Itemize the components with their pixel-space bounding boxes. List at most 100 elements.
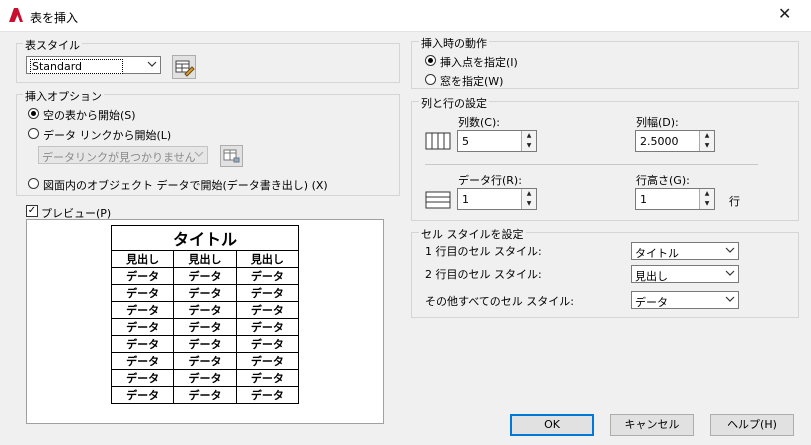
- title-bar: 表を挿入 ✕: [0, 0, 811, 32]
- table-style-dialog-button[interactable]: [172, 55, 196, 79]
- preview-data-cell: データ: [110, 335, 175, 353]
- column-row-settings-label: 列と行の設定: [419, 95, 489, 111]
- window-title: 表を挿入: [30, 11, 79, 25]
- specify-point-label[interactable]: 挿入点を指定(I): [440, 54, 518, 70]
- spin-down-icon[interactable]: ▼: [522, 141, 536, 151]
- cancel-button[interactable]: キャンセル: [610, 414, 694, 436]
- first-row-style-select[interactable]: タイトル: [631, 242, 739, 260]
- preview-title-cell: タイトル: [111, 225, 299, 251]
- preview-data-cell: データ: [235, 335, 300, 353]
- second-row-style-label: 2 行目のセル スタイル:: [425, 268, 542, 281]
- other-rows-style-select[interactable]: データ: [631, 291, 739, 309]
- chevron-down-icon: [725, 296, 735, 302]
- preview-checkbox[interactable]: ✓: [26, 205, 38, 217]
- row-height-spinner[interactable]: 1 ▲ ▼: [635, 188, 715, 210]
- column-width-label: 列幅(D):: [636, 116, 679, 129]
- preview-data-row: データ データ データ: [110, 335, 300, 353]
- table-style-select[interactable]: Standard: [26, 56, 161, 74]
- column-width-spinner[interactable]: 2.5000 ▲ ▼: [635, 130, 715, 152]
- column-width-value: 2.5000: [640, 135, 679, 148]
- second-row-style-select[interactable]: 見出し: [631, 265, 739, 283]
- start-empty-label[interactable]: 空の表から開始(S): [43, 107, 136, 123]
- row-unit-label: 行: [729, 195, 740, 208]
- preview-header-cell: 見出し: [173, 250, 237, 268]
- columns-icon: [425, 132, 451, 150]
- columns-value: 5: [462, 135, 469, 148]
- rows-icon: [425, 191, 451, 209]
- preview-data-cell: データ: [173, 369, 237, 387]
- first-row-style-value: タイトル: [635, 247, 679, 260]
- preview-data-row: データ データ データ: [110, 369, 300, 387]
- preview-table: タイトル 見出し 見出し 見出し データ データ データ データ データ データ データ デー…: [110, 225, 300, 404]
- autocad-logo-icon: [9, 8, 23, 22]
- cell-styles-label: セル スタイルを設定: [419, 226, 526, 242]
- preview-data-cell: データ: [173, 267, 237, 285]
- edit-table-style-icon: [175, 60, 195, 77]
- preview-header-cell: 見出し: [110, 250, 175, 268]
- first-row-style-label: 1 行目のセル スタイル:: [425, 245, 542, 258]
- spin-down-icon[interactable]: ▼: [700, 141, 714, 151]
- start-drawing-radio[interactable]: [28, 178, 39, 189]
- preview-data-cell: データ: [235, 386, 300, 404]
- table-style-label: 表スタイル: [23, 37, 82, 53]
- preview-data-row: データ データ データ: [110, 386, 300, 404]
- preview-data-cell: データ: [235, 267, 300, 285]
- other-rows-style-label: その他すべてのセル スタイル:: [425, 295, 574, 308]
- preview-data-cell: データ: [110, 352, 175, 370]
- preview-data-cell: データ: [110, 284, 175, 302]
- spin-down-icon[interactable]: ▼: [700, 199, 714, 209]
- other-rows-style-value: データ: [635, 296, 668, 309]
- specify-window-label[interactable]: 窓を指定(W): [440, 73, 503, 89]
- preview-data-cell: データ: [110, 386, 175, 404]
- start-empty-radio[interactable]: [28, 108, 39, 119]
- spin-down-icon[interactable]: ▼: [522, 199, 536, 209]
- preview-data-row: データ データ データ: [110, 301, 300, 319]
- start-datalink-radio[interactable]: [28, 128, 39, 139]
- preview-data-cell: データ: [235, 301, 300, 319]
- settings-divider: [425, 164, 758, 165]
- preview-data-cell: データ: [110, 301, 175, 319]
- chevron-down-icon: [725, 270, 735, 276]
- datalink-manager-icon: [223, 149, 240, 163]
- preview-data-cell: データ: [173, 301, 237, 319]
- preview-data-cell: データ: [235, 318, 300, 336]
- specify-point-radio[interactable]: [425, 55, 436, 66]
- row-height-value: 1: [640, 193, 647, 206]
- preview-data-row: データ データ データ: [110, 352, 300, 370]
- data-rows-label: データ行(R):: [458, 174, 522, 187]
- datalink-manager-button[interactable]: [220, 145, 243, 167]
- insertion-behavior-label: 挿入時の動作: [419, 35, 489, 51]
- preview-data-row: データ データ データ: [110, 267, 300, 285]
- chevron-down-icon: [147, 61, 157, 67]
- preview-data-cell: データ: [110, 318, 175, 336]
- preview-data-cell: データ: [173, 335, 237, 353]
- start-drawing-label[interactable]: 図面内のオブジェクト データで開始(データ書き出し) (X): [43, 177, 328, 193]
- data-rows-spinner[interactable]: 1 ▲ ▼: [457, 188, 537, 210]
- table-preview: タイトル 見出し 見出し 見出し データ データ データ データ データ データ データ デー…: [26, 219, 384, 424]
- close-icon[interactable]: ✕: [778, 6, 791, 22]
- preview-data-row: データ データ データ: [110, 318, 300, 336]
- preview-data-cell: データ: [235, 284, 300, 302]
- datalink-value: データリンクが見つかりません: [42, 151, 196, 164]
- help-button[interactable]: ヘルプ(H): [710, 414, 794, 436]
- preview-data-cell: データ: [110, 267, 175, 285]
- preview-data-cell: データ: [173, 352, 237, 370]
- chevron-down-icon: [725, 247, 735, 253]
- chevron-down-icon: [194, 151, 204, 157]
- specify-window-radio[interactable]: [425, 74, 436, 85]
- start-datalink-label[interactable]: データ リンクから開始(L): [43, 127, 171, 143]
- preview-data-row: データ データ データ: [110, 284, 300, 302]
- preview-data-cell: データ: [173, 284, 237, 302]
- insert-options-label: 挿入オプション: [23, 88, 104, 104]
- preview-data-cell: データ: [235, 369, 300, 387]
- preview-data-cell: データ: [110, 369, 175, 387]
- datalink-select[interactable]: データリンクが見つかりません: [38, 146, 208, 164]
- columns-label: 列数(C):: [458, 116, 500, 129]
- data-rows-value: 1: [462, 193, 469, 206]
- preview-data-cell: データ: [173, 318, 237, 336]
- columns-spinner[interactable]: 5 ▲ ▼: [457, 130, 537, 152]
- row-height-label: 行高さ(G):: [636, 174, 690, 187]
- second-row-style-value: 見出し: [635, 270, 668, 283]
- ok-button[interactable]: OK: [510, 414, 594, 436]
- preview-header-cell: 見出し: [235, 250, 300, 268]
